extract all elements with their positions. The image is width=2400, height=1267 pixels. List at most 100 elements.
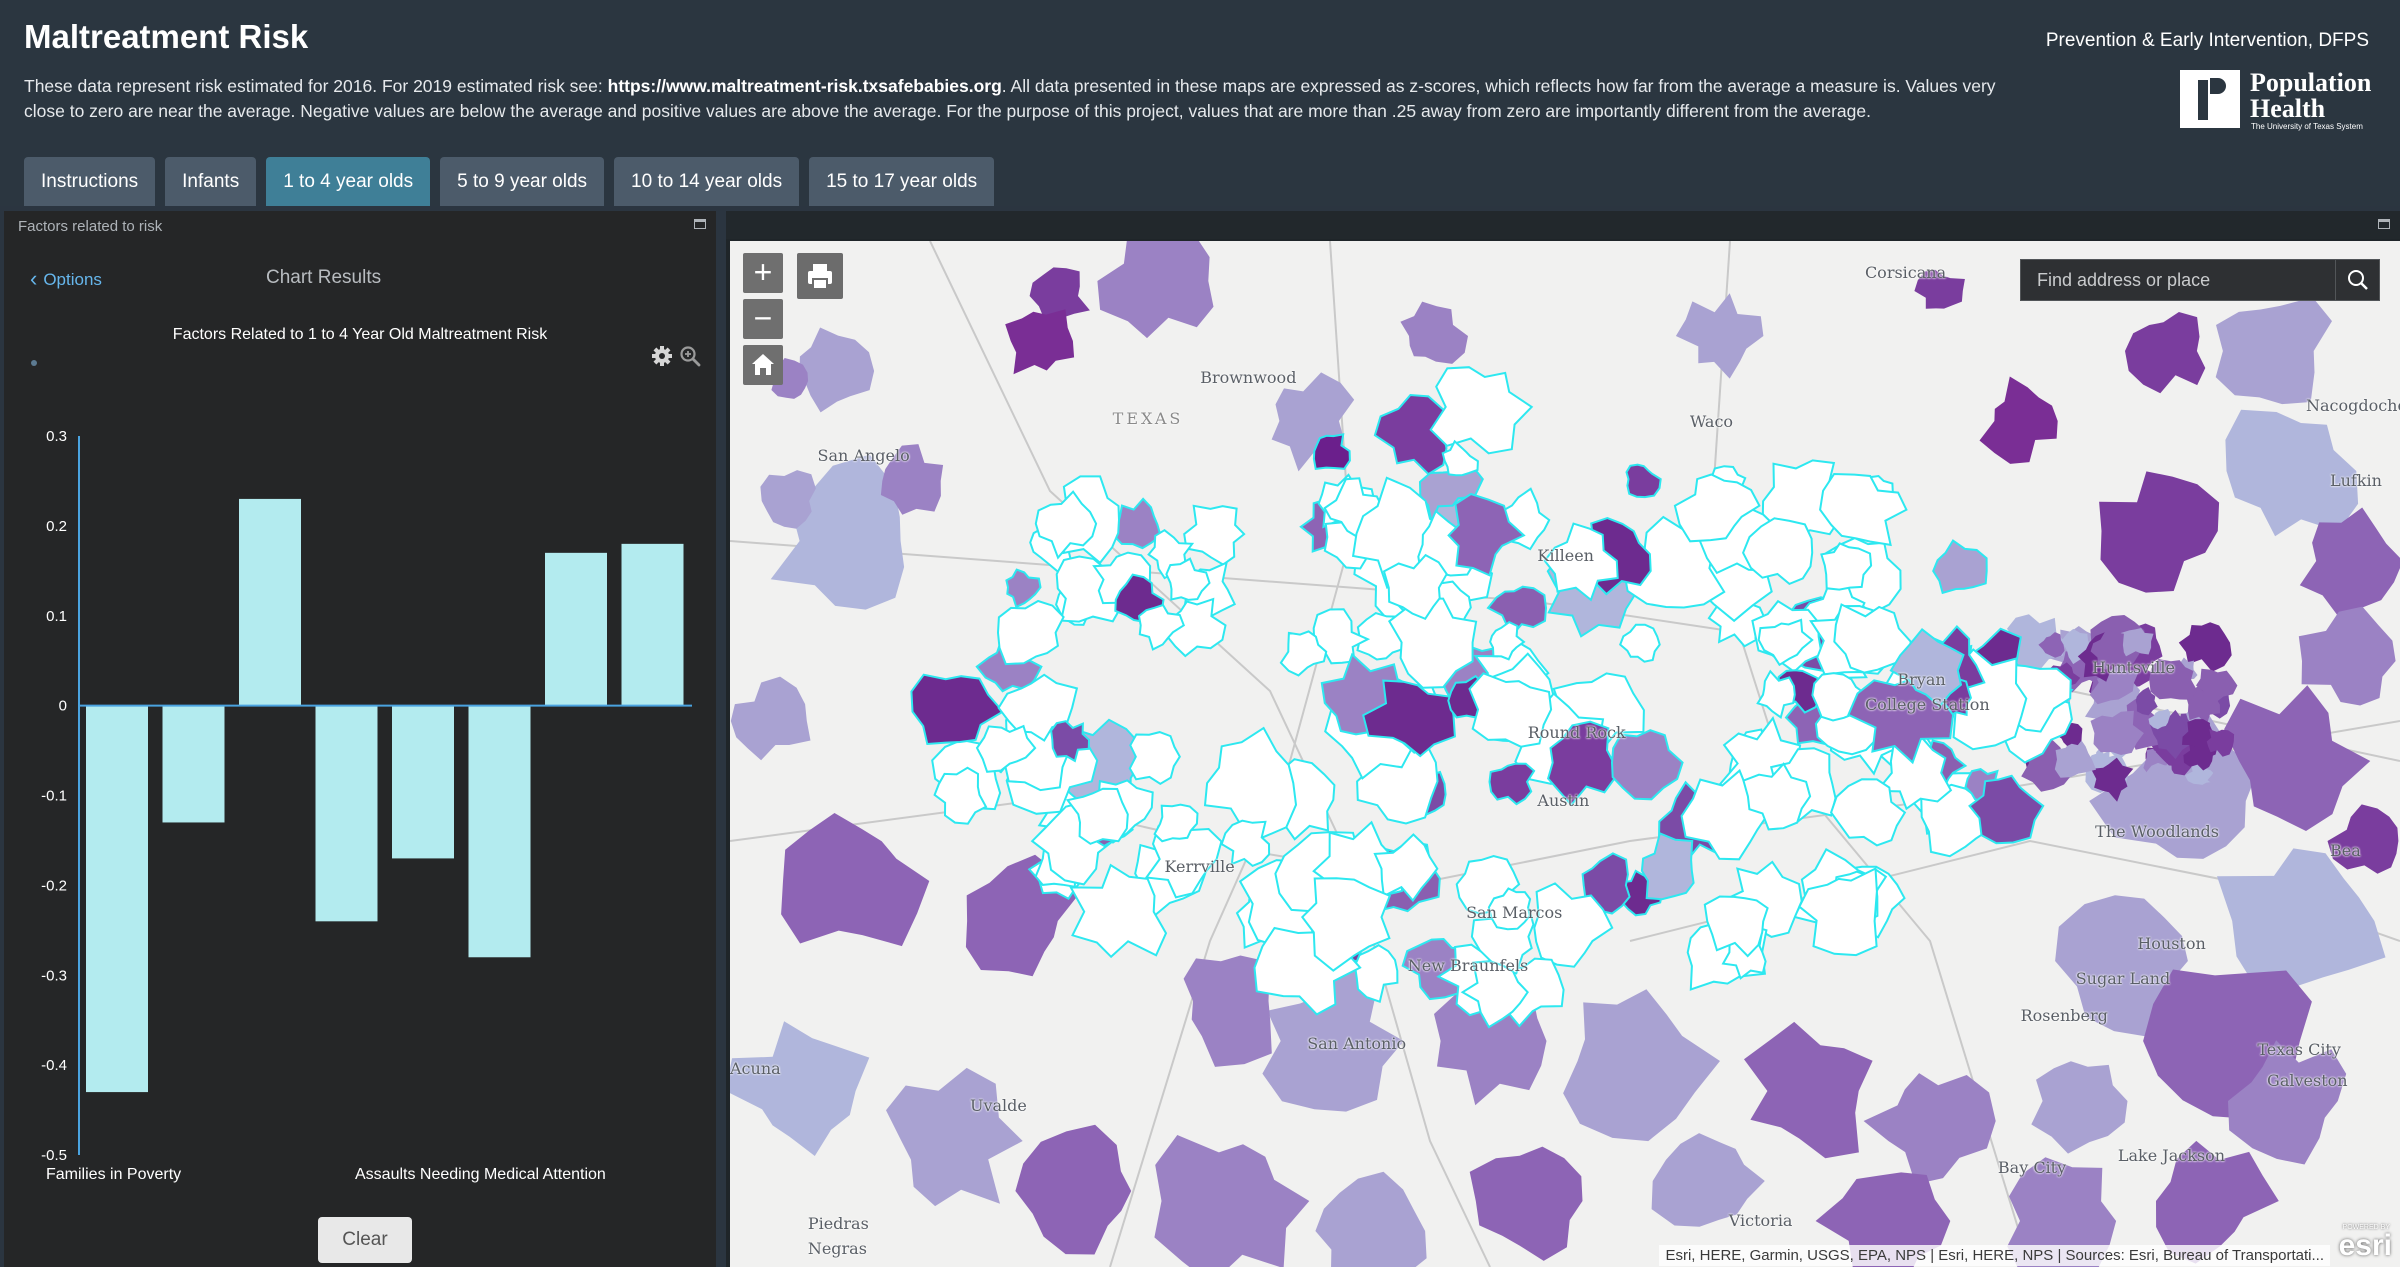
tab-instructions[interactable]: Instructions xyxy=(24,157,156,206)
description-text: These data represent risk estimated for … xyxy=(24,74,2014,124)
map-region xyxy=(1932,539,1988,595)
tab-1-to-4-year-olds[interactable]: 1 to 4 year olds xyxy=(266,157,431,206)
map-place-label: College Station xyxy=(1864,694,1990,714)
map-place-label: Uvalde xyxy=(969,1096,1027,1115)
map-maximize-icon[interactable] xyxy=(2378,219,2390,229)
map-region xyxy=(1488,762,1536,806)
map-place-label: Corsicana xyxy=(1864,262,1947,282)
map-attribution: Esri, HERE, Garmin, USGS, EPA, NPS | Esr… xyxy=(730,1245,2400,1267)
map-region xyxy=(933,766,988,825)
print-button[interactable] xyxy=(797,253,843,299)
map-place-label: Houston xyxy=(2137,934,2206,954)
map-region xyxy=(730,1021,870,1156)
y-tick-label: -0.4 xyxy=(41,1057,67,1074)
map-region xyxy=(1097,241,1214,339)
search-input[interactable] xyxy=(2021,260,2336,300)
map-region xyxy=(1863,1073,1996,1185)
map-region xyxy=(781,813,930,947)
map-region xyxy=(886,1067,1023,1207)
map-place-label: Bea xyxy=(2330,841,2361,861)
description-pre: These data represent risk estimated for … xyxy=(24,76,608,96)
map-place-label: The Woodlands xyxy=(2095,822,2219,842)
logo-mark-icon xyxy=(2180,70,2240,128)
y-tick-label: 0.2 xyxy=(46,518,67,535)
y-tick-label: -0.5 xyxy=(41,1147,67,1164)
map-region xyxy=(799,327,875,413)
map-place-label: Bryan xyxy=(1897,670,1946,690)
factors-panel: Factors related to risk ‹ Options Chart R… xyxy=(4,211,716,1267)
map-region xyxy=(1005,309,1075,375)
map-region xyxy=(2298,606,2396,706)
home-button[interactable] xyxy=(743,345,783,385)
map-place-label: Lake Jackson xyxy=(2117,1145,2226,1165)
y-tick-label: 0.3 xyxy=(46,428,67,445)
tab-infants[interactable]: Infants xyxy=(165,157,257,206)
search-icon xyxy=(2348,270,2368,290)
map-region xyxy=(996,599,1065,666)
map-place-label: San Angelo xyxy=(817,446,910,466)
map-panel-header xyxy=(726,211,2400,239)
map-place-label: TEXAS xyxy=(1112,408,1184,428)
map-place-label: Huntsville xyxy=(2091,657,2175,677)
map-region xyxy=(2031,1061,2128,1154)
y-tick-label: -0.3 xyxy=(41,967,67,984)
x-category-label: Assaults Needing Medical Attention xyxy=(355,1166,606,1183)
map-region xyxy=(1183,504,1246,566)
tab-10-to-14-year-olds[interactable]: 10 to 14 year olds xyxy=(614,157,800,206)
map-region xyxy=(2217,848,2386,989)
map-place-label: Victoria xyxy=(1728,1211,1793,1231)
map-place-label: Waco xyxy=(1689,412,1734,431)
map-panel: Corsicana Brownwood TEXAS Waco Nacogdoches Sa… xyxy=(726,211,2400,1267)
map-region xyxy=(1005,568,1042,609)
map-place-label: Round Rock xyxy=(1527,722,1626,742)
y-tick-label: 0.1 xyxy=(46,608,67,625)
map-region xyxy=(2099,471,2220,593)
map-place-label: Texas City xyxy=(2257,1040,2341,1060)
map-region xyxy=(2327,804,2399,874)
map-place-label: Rosenberg xyxy=(2020,1005,2108,1025)
map-place-label: San Marcos xyxy=(1466,903,1563,923)
map-place-label: Bay City xyxy=(1997,1158,2067,1178)
risk-map[interactable]: Corsicana Brownwood TEXAS Waco Nacogdoches Sa… xyxy=(730,241,2400,1267)
map-place-label: Lufkin xyxy=(2330,471,2382,491)
map-region xyxy=(1112,497,1162,550)
factors-bar-chart: 0.3 0.2 0.1 0 -0.1 -0.2 -0.3 -0.4 -0.5 Families i… xyxy=(41,428,692,1183)
app-header: Maltreatment Risk Prevention & Early Int… xyxy=(0,0,2400,206)
zoom-in-button[interactable]: + xyxy=(743,253,783,293)
zoom-out-button[interactable]: − xyxy=(743,299,783,339)
map-region xyxy=(1400,301,1468,364)
chart-bar xyxy=(392,705,454,859)
map-region xyxy=(1819,472,1908,547)
map-place-label: Nacogdoches xyxy=(2305,396,2400,416)
search-button[interactable] xyxy=(2335,260,2379,300)
map-place-label: Acuna xyxy=(730,1058,781,1078)
esri-logo: esri xyxy=(2338,1229,2392,1262)
chart-bar xyxy=(86,705,148,1093)
map-region xyxy=(1744,1021,1873,1159)
agency-label: Prevention & Early Intervention, DFPS xyxy=(2045,30,2369,51)
map-place-label: San Antonio xyxy=(1307,1033,1407,1053)
map-place-label: Austin xyxy=(1537,791,1590,811)
tab-15-to-17-year-olds[interactable]: 15 to 17 year olds xyxy=(809,157,995,206)
map-region xyxy=(1563,989,1720,1142)
risk-site-link[interactable]: https://www.maltreatment-risk.txsafebabi… xyxy=(608,76,1002,96)
age-tabs: Instructions Infants 1 to 4 year olds 5 … xyxy=(24,157,995,206)
app-title: Maltreatment Risk xyxy=(24,18,309,55)
print-icon xyxy=(808,264,832,290)
clear-button[interactable]: Clear xyxy=(318,1217,412,1263)
map-region xyxy=(1640,832,1695,901)
map-place-label: Sugar Land xyxy=(2075,968,2171,988)
logo-line-3: The University of Texas System xyxy=(2251,122,2363,131)
map-region xyxy=(1619,623,1661,663)
population-health-logo: Population Health The University of Texa… xyxy=(2180,68,2390,132)
map-region xyxy=(1429,366,1534,455)
map-place-label: Galveston xyxy=(2267,1071,2348,1091)
tab-5-to-9-year-olds[interactable]: 5 to 9 year olds xyxy=(440,157,605,206)
map-region xyxy=(1625,463,1662,499)
chart-bar xyxy=(621,543,684,706)
map-place-label: New Braunfels xyxy=(1407,956,1529,976)
map-region xyxy=(1979,376,2058,464)
chart-bar xyxy=(315,705,378,922)
map-place-label: Killeen xyxy=(1537,545,1594,565)
home-icon xyxy=(752,354,774,375)
